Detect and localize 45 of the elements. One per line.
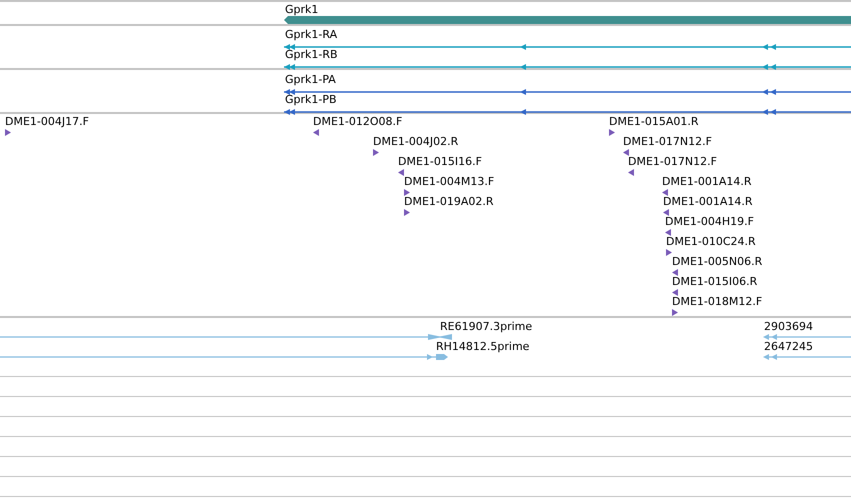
read-label: DME1-015I06.R [672, 275, 758, 288]
read-label: DME1-018M12.F [672, 295, 762, 308]
read-marker[interactable] [5, 129, 11, 136]
read-marker[interactable] [404, 209, 410, 216]
read-label: DME1-010C24.R [666, 235, 756, 248]
transcript-label: Gprk1-RB [285, 48, 338, 61]
transcript-label: Gprk1-PA [285, 73, 336, 86]
est-label: 2647245 [764, 340, 813, 353]
read-marker[interactable] [609, 129, 615, 136]
read-marker[interactable] [662, 189, 668, 196]
read-label: DME1-004J17.F [5, 115, 89, 128]
read-label: DME1-017N12.F [628, 155, 717, 168]
read-marker[interactable] [398, 169, 404, 176]
read-label: DME1-005N06.R [672, 255, 762, 268]
read-label: DME1-017N12.F [623, 135, 712, 148]
gene-label: Gprk1 [285, 3, 318, 16]
read-label: DME1-001A14.R [662, 175, 752, 188]
est-label: RE61907.3prime [440, 320, 532, 333]
read-label: DME1-015I16.F [398, 155, 482, 168]
read-marker[interactable] [404, 189, 410, 196]
est-label: 2903694 [764, 320, 813, 333]
read-marker[interactable] [628, 169, 634, 176]
read-marker[interactable] [665, 229, 671, 236]
read-marker[interactable] [663, 209, 669, 216]
read-marker[interactable] [672, 289, 678, 296]
transcript-line[interactable] [284, 43, 851, 51]
transcript-line[interactable] [284, 63, 851, 71]
read-marker[interactable] [373, 149, 379, 156]
read-label: DME1-004M13.F [404, 175, 494, 188]
read-marker[interactable] [672, 269, 678, 276]
est-label: RH14812.5prime [436, 340, 530, 353]
read-label: DME1-019A02.R [404, 195, 494, 208]
transcript-label: Gprk1-RA [285, 28, 338, 41]
transcript-label: Gprk1-PB [285, 93, 337, 106]
read-marker[interactable] [623, 149, 629, 156]
read-label: DME1-012O08.F [313, 115, 402, 128]
read-label: DME1-004H19.F [665, 215, 754, 228]
read-marker[interactable] [313, 129, 319, 136]
read-label: DME1-015A01.R [609, 115, 699, 128]
read-marker[interactable] [666, 249, 672, 256]
transcript-line[interactable] [284, 88, 851, 96]
transcript-line[interactable] [284, 108, 851, 116]
read-label: DME1-001A14.R [663, 195, 753, 208]
read-marker[interactable] [672, 309, 678, 316]
read-label: DME1-004J02.R [373, 135, 458, 148]
